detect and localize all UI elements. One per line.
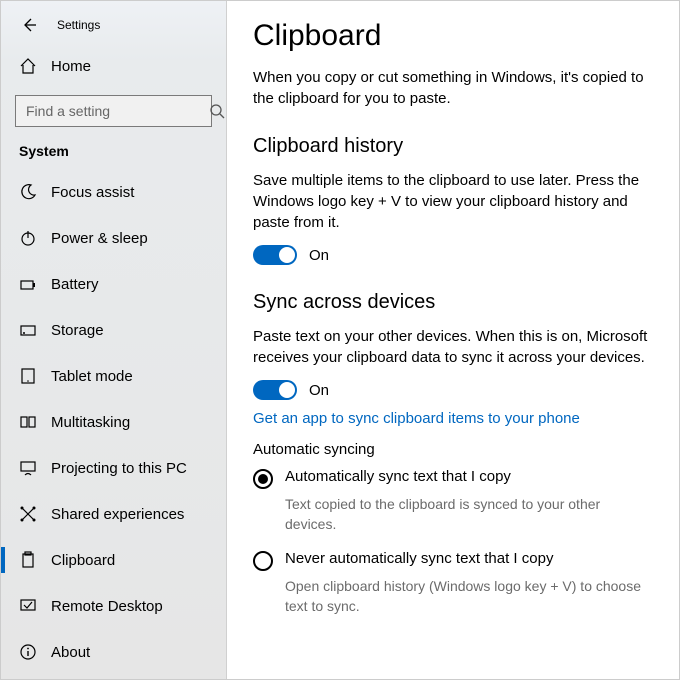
toggle-thumb (279, 382, 295, 398)
info-icon (19, 643, 41, 661)
sidebar-item-projecting[interactable]: Projecting to this PC (1, 445, 226, 491)
toggle-track (253, 245, 297, 265)
sidebar-item-label: Battery (51, 276, 99, 293)
toggle-state-label: On (309, 382, 329, 399)
sidebar-item-label: Home (51, 58, 91, 75)
sidebar-item-label: Shared experiences (51, 506, 184, 523)
sidebar-item-multitasking[interactable]: Multitasking (1, 399, 226, 445)
shared-icon (19, 505, 41, 523)
sidebar-item-focus-assist[interactable]: Focus assist (1, 169, 226, 215)
clipboard-history-toggle[interactable]: On (253, 245, 653, 265)
sidebar-item-label: About (51, 644, 90, 661)
home-icon (19, 57, 41, 75)
sidebar-item-label: Focus assist (51, 184, 134, 201)
automatic-syncing-heading: Automatic syncing (253, 441, 653, 458)
sidebar-item-storage[interactable]: Storage (1, 307, 226, 353)
sidebar-item-remote-desktop[interactable]: Remote Desktop (1, 583, 226, 629)
page-title: Clipboard (253, 19, 653, 53)
moon-icon (19, 183, 41, 201)
radio-desc: Open clipboard history (Windows logo key… (285, 577, 653, 616)
sync-toggle[interactable]: On (253, 380, 653, 400)
clipboard-icon (19, 551, 41, 569)
sidebar-item-shared-experiences[interactable]: Shared experiences (1, 491, 226, 537)
sidebar-item-label: Remote Desktop (51, 598, 163, 615)
sync-heading: Sync across devices (253, 291, 653, 314)
radio-button (253, 469, 273, 489)
projecting-icon (19, 459, 41, 477)
sidebar-item-tablet-mode[interactable]: Tablet mode (1, 353, 226, 399)
toggle-track (253, 380, 297, 400)
sync-desc: Paste text on your other devices. When t… (253, 326, 653, 368)
sidebar-item-label: Clipboard (51, 552, 115, 569)
window-header: Settings (1, 7, 226, 43)
sidebar-item-about[interactable]: About (1, 629, 226, 675)
sidebar-item-label: Tablet mode (51, 368, 133, 385)
radio-button (253, 551, 273, 571)
sidebar-item-label: Projecting to this PC (51, 460, 187, 477)
search-box[interactable] (15, 95, 212, 127)
search-input[interactable] (24, 102, 209, 120)
main-content: Clipboard When you copy or cut something… (227, 1, 679, 679)
radio-label: Never automatically sync text that I cop… (285, 550, 553, 567)
sidebar-item-label: Multitasking (51, 414, 130, 431)
sidebar: Settings Home System Focus assist (1, 1, 227, 679)
toggle-thumb (279, 247, 295, 263)
storage-icon (19, 321, 41, 339)
radio-option-auto-sync[interactable]: Automatically sync text that I copy (253, 468, 653, 489)
radio-option-never-sync[interactable]: Never automatically sync text that I cop… (253, 550, 653, 571)
sync-app-link[interactable]: Get an app to sync clipboard items to yo… (253, 410, 653, 427)
sidebar-item-label: Power & sleep (51, 230, 148, 247)
tablet-icon (19, 367, 41, 385)
intro-text: When you copy or cut something in Window… (253, 67, 653, 109)
sidebar-category-label: System (1, 137, 226, 169)
power-icon (19, 229, 41, 247)
multitasking-icon (19, 413, 41, 431)
back-arrow-icon[interactable] (19, 17, 39, 33)
clipboard-history-desc: Save multiple items to the clipboard to … (253, 170, 653, 233)
app-title: Settings (57, 18, 100, 32)
sidebar-item-power-sleep[interactable]: Power & sleep (1, 215, 226, 261)
sidebar-item-label: Storage (51, 322, 104, 339)
clipboard-history-heading: Clipboard history (253, 135, 653, 158)
sidebar-item-home[interactable]: Home (1, 43, 226, 89)
sidebar-item-clipboard[interactable]: Clipboard (1, 537, 226, 583)
battery-icon (19, 275, 41, 293)
remote-desktop-icon (19, 597, 41, 615)
sidebar-item-battery[interactable]: Battery (1, 261, 226, 307)
radio-desc: Text copied to the clipboard is synced t… (285, 495, 653, 534)
toggle-state-label: On (309, 247, 329, 264)
search-icon (209, 103, 225, 119)
radio-label: Automatically sync text that I copy (285, 468, 511, 485)
